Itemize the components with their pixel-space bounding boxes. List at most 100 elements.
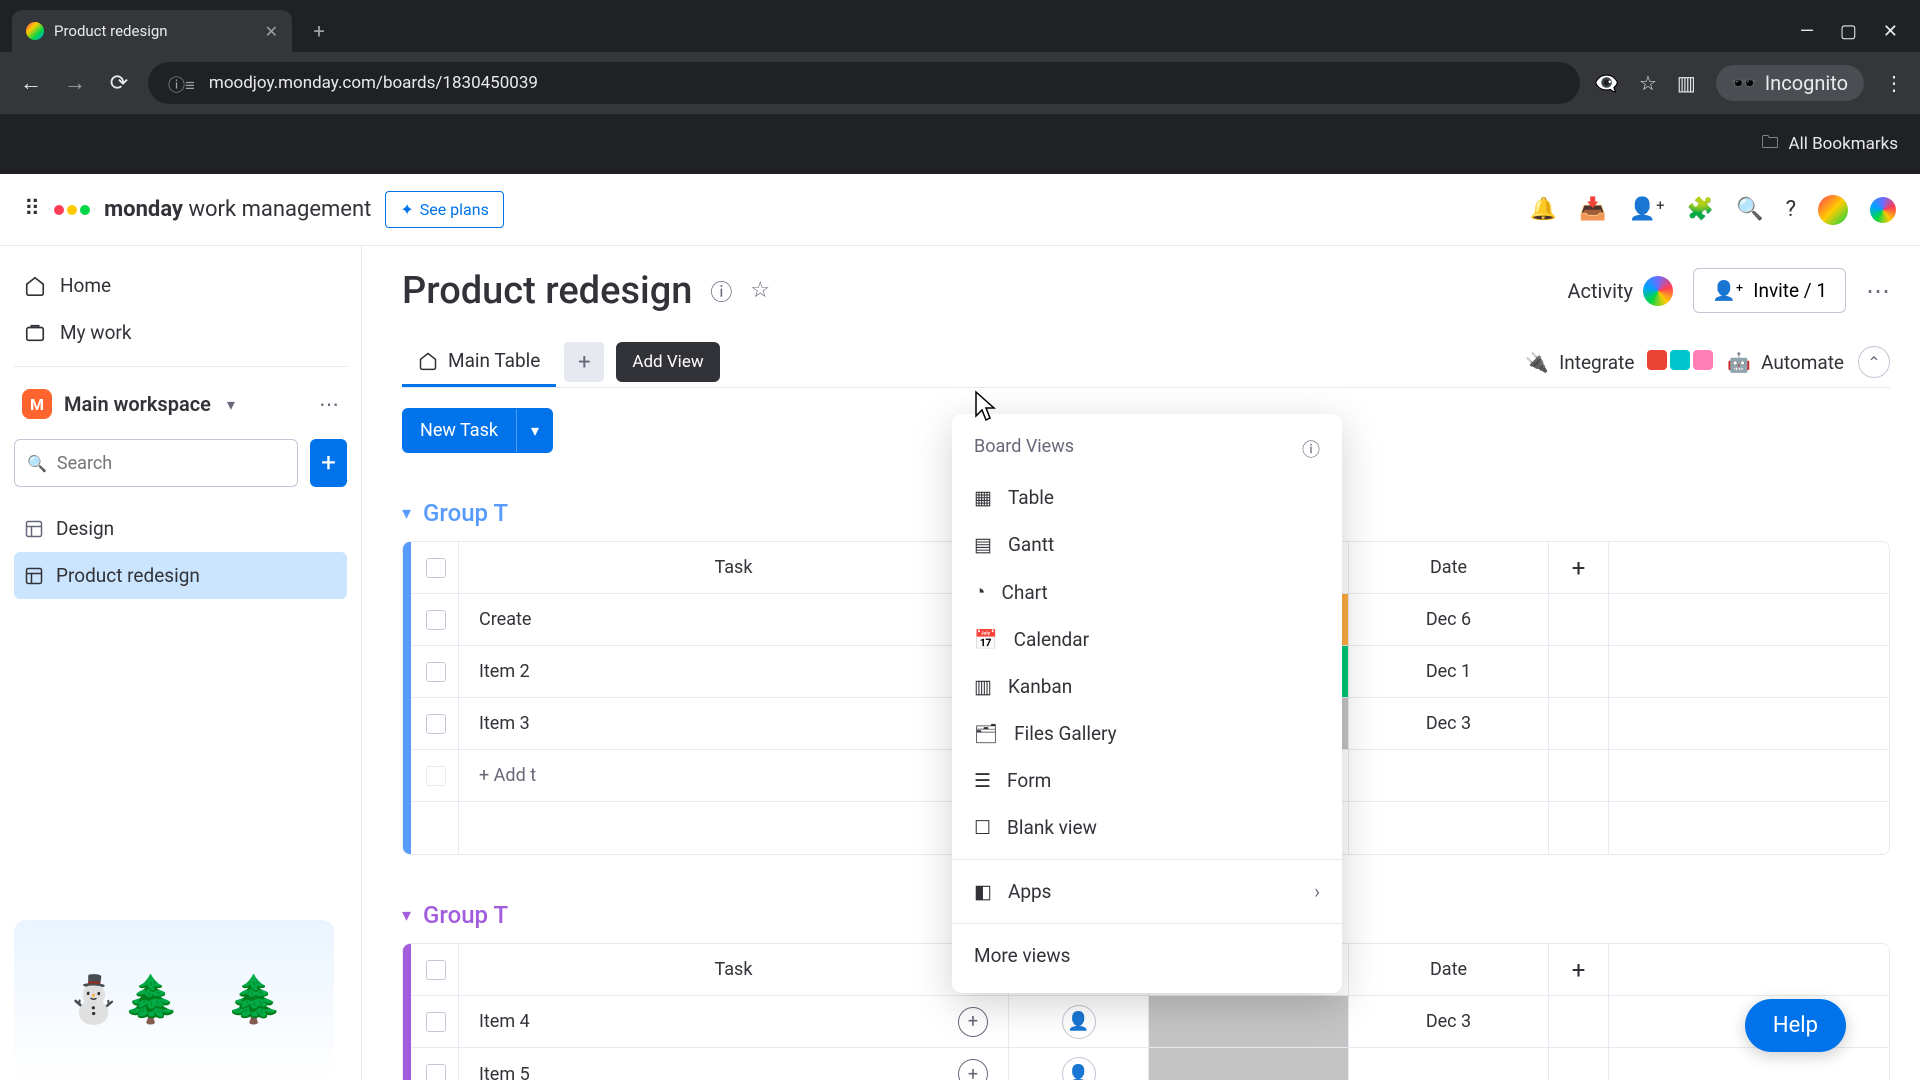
add-column-button[interactable]: + bbox=[1549, 944, 1609, 995]
view-option-table[interactable]: ▦Table bbox=[952, 474, 1342, 521]
add-view-dropdown: Board Views ⓘ ▦Table ▤Gantt ◔Chart 📅Cale… bbox=[952, 414, 1342, 993]
view-option-blank[interactable]: ☐Blank view bbox=[952, 804, 1342, 851]
tab-main-table[interactable]: Main Table bbox=[402, 337, 556, 387]
reload-button[interactable]: ⟳ bbox=[104, 71, 134, 96]
invite-button[interactable]: 👤⁺ Invite / 1 bbox=[1693, 268, 1846, 313]
info-icon[interactable]: ⓘ bbox=[1302, 436, 1320, 462]
profile-avatar-icon[interactable] bbox=[1870, 197, 1896, 223]
info-icon[interactable]: ⓘ bbox=[710, 275, 732, 307]
row-checkbox[interactable] bbox=[403, 1048, 459, 1080]
favorite-star-icon[interactable]: ☆ bbox=[750, 278, 770, 303]
window-close-icon[interactable]: ✕ bbox=[1883, 21, 1898, 42]
date-cell[interactable]: Dec 1 bbox=[1349, 646, 1549, 697]
board-title[interactable]: Product redesign bbox=[402, 269, 692, 313]
activity-button[interactable]: Activity bbox=[1567, 276, 1672, 306]
see-plans-button[interactable]: ✦ See plans bbox=[385, 191, 504, 228]
task-name[interactable]: Item 5 bbox=[479, 1064, 530, 1080]
view-option-form[interactable]: ☰Form bbox=[952, 757, 1342, 804]
product-switcher-icon[interactable] bbox=[1818, 195, 1848, 225]
eye-off-icon[interactable]: 👁️‍🗨️ bbox=[1594, 71, 1619, 95]
group-color-bar bbox=[403, 542, 411, 854]
select-all-checkbox[interactable] bbox=[403, 542, 459, 593]
table-row[interactable]: Item 5 + 👤 bbox=[403, 1048, 1889, 1080]
column-header-date[interactable]: Date bbox=[1349, 944, 1549, 995]
row-checkbox[interactable] bbox=[403, 996, 459, 1047]
sidebar: Home My work M Main workspace ▾ ⋯ 🔍 + De… bbox=[0, 246, 362, 1080]
task-name[interactable]: Item 3 bbox=[479, 713, 530, 734]
board-menu-icon[interactable]: ⋯ bbox=[1866, 277, 1890, 305]
view-option-kanban[interactable]: ▥Kanban bbox=[952, 663, 1342, 710]
add-update-icon[interactable]: + bbox=[958, 1059, 988, 1080]
sidebar-board-product-redesign[interactable]: Product redesign bbox=[14, 552, 347, 599]
apps-icon[interactable]: 🧩 bbox=[1687, 197, 1714, 222]
status-cell[interactable] bbox=[1149, 996, 1349, 1047]
search-icon[interactable]: 🔍 bbox=[1736, 197, 1763, 222]
add-column-button[interactable]: + bbox=[1549, 542, 1609, 593]
row-checkbox[interactable] bbox=[403, 698, 459, 749]
side-panel-icon[interactable]: ▥ bbox=[1677, 71, 1696, 95]
task-name[interactable]: Create bbox=[479, 609, 531, 630]
view-option-files-gallery[interactable]: 🗂Files Gallery bbox=[952, 710, 1342, 757]
chart-icon: ◔ bbox=[974, 580, 985, 604]
date-cell[interactable]: Dec 6 bbox=[1349, 594, 1549, 645]
status-cell[interactable] bbox=[1149, 1048, 1349, 1080]
table-row[interactable]: Item 4 + 👤 Dec 3 bbox=[403, 996, 1889, 1048]
sidebar-search[interactable]: 🔍 bbox=[14, 439, 298, 487]
table-icon: ▦ bbox=[974, 486, 992, 509]
new-task-dropdown-icon[interactable]: ▾ bbox=[516, 409, 553, 452]
view-option-calendar[interactable]: 📅Calendar bbox=[952, 616, 1342, 663]
tab-close-icon[interactable]: ✕ bbox=[265, 22, 278, 41]
workspace-selector[interactable]: M Main workspace ▾ ⋯ bbox=[14, 383, 347, 425]
row-checkbox[interactable] bbox=[403, 594, 459, 645]
notifications-icon[interactable]: 🔔 bbox=[1530, 197, 1557, 222]
date-cell[interactable]: Dec 3 bbox=[1349, 996, 1549, 1047]
task-name[interactable]: Item 2 bbox=[479, 661, 530, 682]
new-task-button[interactable]: New Task ▾ bbox=[402, 408, 553, 453]
window-maximize-icon[interactable]: ▢ bbox=[1840, 21, 1857, 42]
incognito-badge[interactable]: 🕶️ Incognito bbox=[1716, 65, 1864, 101]
chevron-down-icon[interactable]: ▾ bbox=[402, 905, 411, 926]
chevron-down-icon[interactable]: ▾ bbox=[402, 503, 411, 524]
sidebar-item-my-work[interactable]: My work bbox=[14, 309, 347, 356]
more-views-link[interactable]: More views bbox=[952, 932, 1342, 979]
all-bookmarks-button[interactable]: 🗀 All Bookmarks bbox=[1762, 130, 1898, 159]
add-update-icon[interactable]: + bbox=[958, 1007, 988, 1037]
add-view-button[interactable]: + Add View bbox=[564, 342, 604, 382]
date-cell[interactable] bbox=[1349, 1048, 1549, 1080]
person-cell[interactable]: 👤 bbox=[1009, 1048, 1149, 1080]
task-name[interactable]: Item 4 bbox=[479, 1011, 530, 1032]
collapse-header-icon[interactable]: ⌃ bbox=[1858, 346, 1890, 378]
bookmark-star-icon[interactable]: ☆ bbox=[1639, 71, 1657, 95]
select-all-checkbox[interactable] bbox=[403, 944, 459, 995]
search-input[interactable] bbox=[57, 453, 285, 474]
column-header-task[interactable]: Task bbox=[459, 542, 1009, 593]
new-tab-button[interactable]: + bbox=[302, 14, 336, 48]
site-info-icon[interactable]: ⓘ≡ bbox=[168, 71, 195, 96]
help-icon[interactable]: ? bbox=[1786, 197, 1796, 222]
sidebar-item-home[interactable]: Home bbox=[14, 262, 347, 309]
apps-grid-icon[interactable]: ⠿ bbox=[24, 197, 40, 222]
integrate-button[interactable]: 🔌 Integrate bbox=[1525, 350, 1713, 375]
inbox-icon[interactable]: 📥 bbox=[1579, 197, 1606, 222]
sidebar-board-design[interactable]: Design bbox=[14, 505, 347, 552]
back-button[interactable]: ← bbox=[16, 70, 46, 96]
help-button[interactable]: Help bbox=[1745, 999, 1846, 1052]
incognito-icon: 🕶️ bbox=[1732, 71, 1757, 95]
address-bar[interactable]: ⓘ≡ moodjoy.monday.com/boards/1830450039 bbox=[148, 62, 1580, 104]
view-option-chart[interactable]: ◔Chart bbox=[952, 568, 1342, 616]
view-option-apps[interactable]: ◧Apps› bbox=[952, 868, 1342, 915]
invite-members-icon[interactable]: 👤⁺ bbox=[1629, 197, 1665, 222]
column-header-date[interactable]: Date bbox=[1349, 542, 1549, 593]
row-checkbox[interactable] bbox=[403, 646, 459, 697]
add-item-button[interactable]: + bbox=[310, 439, 347, 487]
view-option-gantt[interactable]: ▤Gantt bbox=[952, 521, 1342, 568]
browser-tab[interactable]: Product redesign ✕ bbox=[12, 10, 292, 52]
column-header-task[interactable]: Task bbox=[459, 944, 1009, 995]
person-cell[interactable]: 👤 bbox=[1009, 996, 1149, 1047]
window-minimize-icon[interactable]: — bbox=[1800, 21, 1814, 42]
tab-title: Product redesign bbox=[54, 22, 168, 40]
workspace-menu-icon[interactable]: ⋯ bbox=[319, 392, 339, 416]
browser-menu-icon[interactable]: ⋮ bbox=[1884, 71, 1904, 95]
date-cell[interactable]: Dec 3 bbox=[1349, 698, 1549, 749]
automate-button[interactable]: 🤖 Automate bbox=[1727, 351, 1844, 374]
